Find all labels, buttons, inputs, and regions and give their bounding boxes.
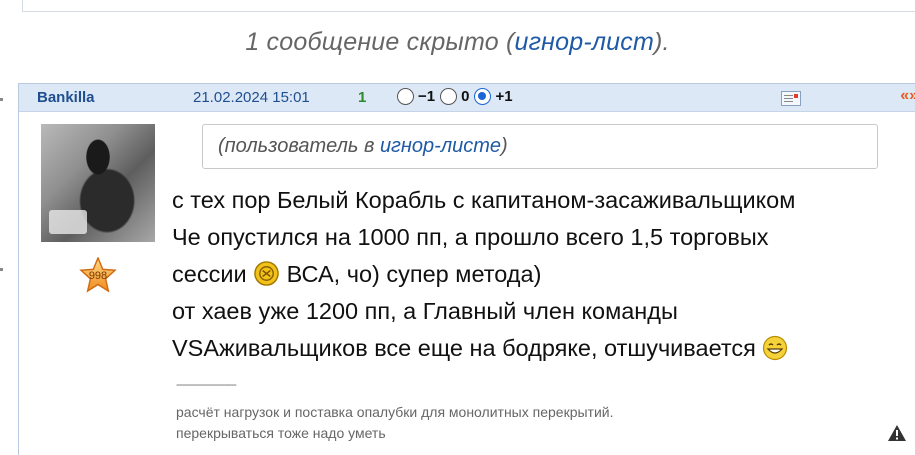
body-line: от хаев уже 1200 пп, а Главный член кома… <box>172 298 678 324</box>
ignore-notice: (пользователь в игнор-листе) <box>202 124 878 169</box>
vote-minus-radio[interactable] <box>397 88 414 105</box>
hidden-note-text: 1 сообщение скрыто ( <box>245 28 515 56</box>
vote-group: −1 0 +1 <box>397 88 516 105</box>
body-line: VSAживальщиков все еще на бодряке, отшуч… <box>172 330 915 367</box>
signature-line: расчёт нагрузок и поставка опалубки для … <box>176 404 614 420</box>
grin-smiley-icon <box>763 335 788 361</box>
post-score: 1 <box>358 89 367 106</box>
coin-smiley-icon <box>254 261 279 286</box>
vote-zero-label: 0 <box>461 88 470 105</box>
signature-line: перекрываться тоже надо уметь <box>176 425 386 441</box>
body-line: с тех пор Белый Корабль с капитаном-заса… <box>172 187 796 213</box>
vote-zero-radio[interactable] <box>440 88 458 105</box>
vote-plus-label: +1 <box>495 88 513 105</box>
previous-post-box <box>22 0 915 12</box>
ignore-notice-text: (пользователь в <box>218 135 380 157</box>
ignore-list-link[interactable]: игнор-листе <box>380 135 501 157</box>
post-date[interactable]: 21.02.2024 15:01 <box>193 89 310 106</box>
rating-badge: 998 <box>88 270 108 282</box>
ignore-list-link[interactable]: игнор-лист <box>515 28 654 56</box>
message-icon[interactable] <box>781 91 801 106</box>
post-header: Bankilla 21.02.2024 15:01 1 −1 0 +1 «» <box>19 84 915 112</box>
hidden-note-suffix: ). <box>654 28 670 56</box>
forum-post: Bankilla 21.02.2024 15:01 1 −1 0 +1 «» 9… <box>18 83 915 455</box>
body-line: Че опустился на 1000 пп, а прошло всего … <box>172 224 769 250</box>
body-line-part: VSAживальщиков все еще на бодряке, отшуч… <box>172 335 756 361</box>
quote-button[interactable]: «» <box>900 87 915 105</box>
hidden-posts-note: 1 сообщение скрыто (игнор-лист). <box>0 28 915 57</box>
author-name[interactable]: Bankilla <box>37 89 95 106</box>
signature-separator: -------------------- <box>176 377 237 391</box>
vote-plus-radio[interactable] <box>474 88 492 105</box>
side-marker <box>0 268 3 271</box>
body-line-part: сессии <box>172 261 247 287</box>
ignore-notice-suffix: ) <box>501 135 508 157</box>
vote-minus-label: −1 <box>418 88 436 105</box>
body-line: сессии ВСА, чо) супер метода) <box>172 256 915 293</box>
signature: расчёт нагрузок и поставка опалубки для … <box>176 402 613 444</box>
post-body: с тех пор Белый Корабль с капитаном-заса… <box>172 182 915 367</box>
body-line-part: ВСА, чо) супер метода) <box>286 261 542 287</box>
avatar[interactable] <box>41 124 155 242</box>
warning-icon[interactable] <box>887 424 907 442</box>
side-marker <box>0 98 3 101</box>
